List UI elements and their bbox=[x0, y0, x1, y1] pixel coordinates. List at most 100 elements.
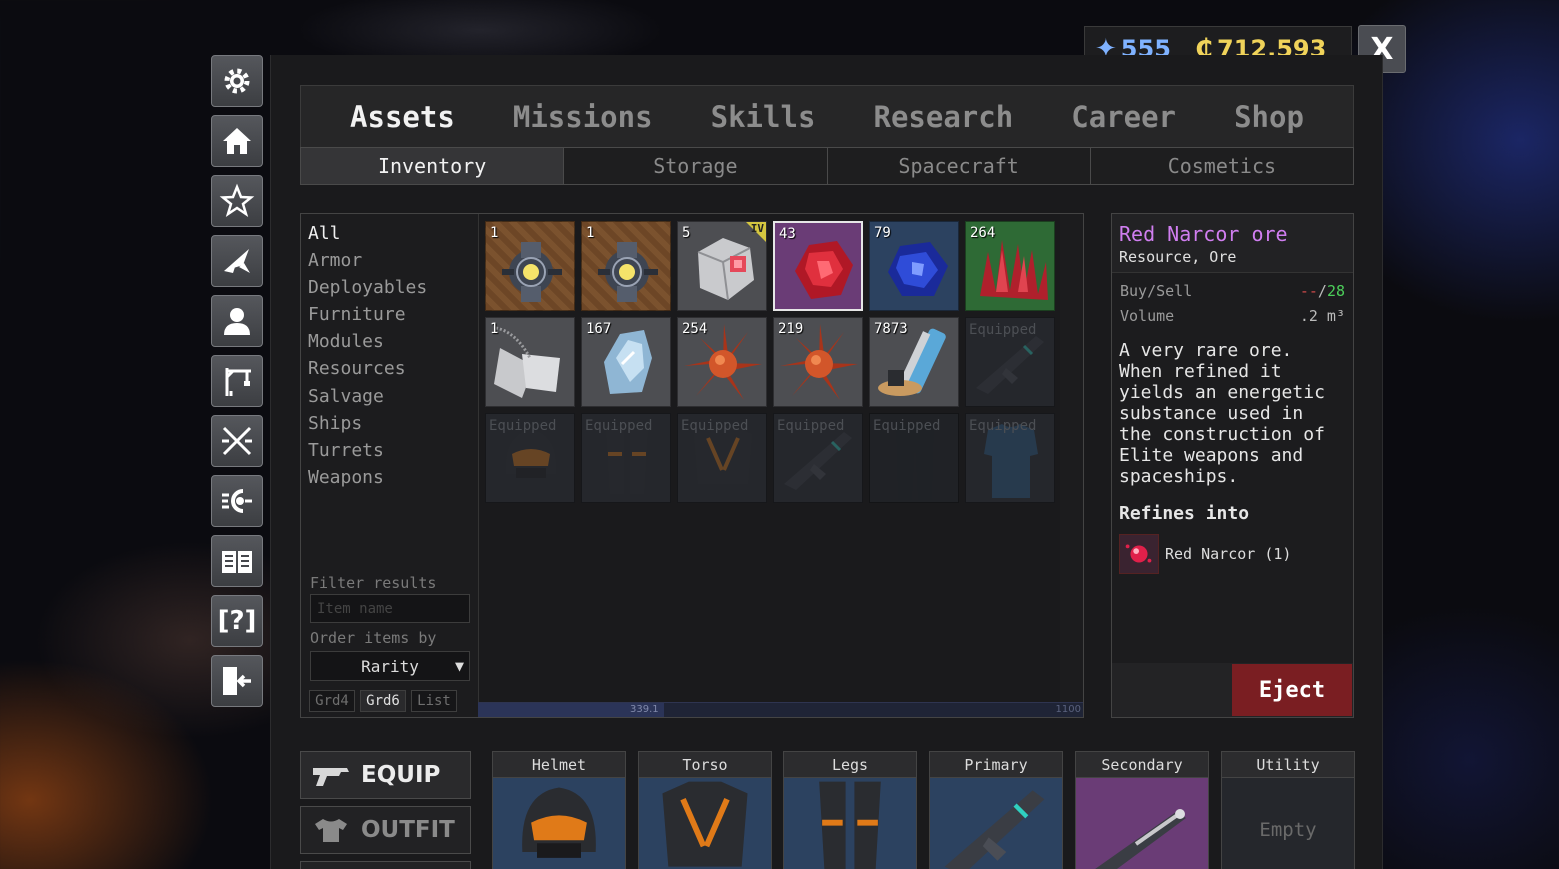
inventory-slot[interactable]: 79 bbox=[869, 221, 959, 311]
inventory-slot[interactable]: 7873 bbox=[869, 317, 959, 407]
category-furniture[interactable]: Furniture bbox=[308, 303, 427, 330]
inventory-slot[interactable]: Equipped bbox=[869, 413, 959, 503]
inventory-slot[interactable]: 264 bbox=[965, 221, 1055, 311]
buy-sell-row: Buy/Sell --/28 bbox=[1112, 278, 1353, 303]
grid-scrollbar[interactable]: 339.1 1100 bbox=[478, 702, 1083, 717]
codex-button[interactable] bbox=[211, 535, 263, 587]
item-name-input[interactable] bbox=[310, 594, 470, 623]
inventory-slot[interactable]: Equipped bbox=[581, 413, 671, 503]
scanner-button[interactable] bbox=[211, 475, 263, 527]
inventory-slot[interactable]: 1 bbox=[485, 221, 575, 311]
empty-slot-label: Empty bbox=[1222, 778, 1354, 869]
sub-tabs: Inventory Storage Spacecraft Cosmetics bbox=[300, 147, 1354, 185]
equip-slot-label: Utility bbox=[1222, 752, 1354, 778]
third-bottom-button[interactable] bbox=[300, 861, 471, 869]
tab-research[interactable]: Research bbox=[873, 100, 1013, 134]
refines-item[interactable]: Red Narcor (1) bbox=[1112, 524, 1353, 574]
order-select[interactable]: Rarity ▼ bbox=[310, 651, 470, 681]
gear-icon bbox=[224, 68, 250, 94]
tab-skills[interactable]: Skills bbox=[711, 100, 816, 134]
scroll-value: 339.1 bbox=[630, 704, 659, 715]
exit-icon bbox=[223, 667, 251, 695]
category-salvage[interactable]: Salvage bbox=[308, 385, 427, 412]
category-turrets[interactable]: Turrets bbox=[308, 439, 427, 466]
equip-slot-label: Torso bbox=[639, 752, 771, 778]
equip-slot-image bbox=[784, 778, 916, 869]
equip-slot-image bbox=[930, 778, 1062, 869]
favorites-button[interactable] bbox=[211, 175, 263, 227]
inventory-slot[interactable]: 167 bbox=[581, 317, 671, 407]
equip-slot-primary[interactable]: Primary bbox=[929, 751, 1063, 869]
outfit-label: OUTFIT bbox=[361, 817, 455, 843]
category-modules[interactable]: Modules bbox=[308, 330, 427, 357]
tab-shop[interactable]: Shop bbox=[1234, 100, 1304, 134]
profile-button[interactable] bbox=[211, 295, 263, 347]
shirt-icon bbox=[315, 819, 347, 842]
refines-item-label: Red Narcor (1) bbox=[1165, 545, 1292, 563]
settings-button[interactable] bbox=[211, 55, 263, 107]
item-count: 1 bbox=[586, 225, 595, 241]
equip-slot-torso[interactable]: Torso bbox=[638, 751, 772, 869]
tab-career[interactable]: Career bbox=[1071, 100, 1176, 134]
equip-slot-image bbox=[639, 778, 771, 869]
inventory-slot[interactable]: Equipped bbox=[965, 413, 1055, 503]
ship-icon bbox=[224, 249, 250, 273]
outfit-button[interactable]: OUTFIT bbox=[300, 806, 471, 854]
view-grd4-button[interactable]: Grd4 bbox=[309, 690, 355, 712]
item-count: 254 bbox=[682, 321, 708, 337]
tab-assets[interactable]: Assets bbox=[350, 100, 455, 134]
crane-icon bbox=[225, 368, 251, 396]
volume-row: Volume .2 m³ bbox=[1112, 303, 1353, 328]
inventory-slot[interactable]: 219 bbox=[773, 317, 863, 407]
inventory-slot[interactable]: 1 bbox=[485, 317, 575, 407]
equip-label: EQUIP bbox=[361, 762, 441, 788]
equipped-label: Equipped bbox=[873, 418, 941, 434]
item-count: 5 bbox=[682, 225, 691, 241]
equip-slot-legs[interactable]: Legs bbox=[783, 751, 917, 869]
detail-header: Red Narcor ore Resource, Ore bbox=[1112, 214, 1353, 273]
category-armor[interactable]: Armor bbox=[308, 249, 427, 276]
inventory-slot[interactable]: Equipped bbox=[773, 413, 863, 503]
book-icon bbox=[222, 551, 252, 573]
inventory-slot[interactable]: Equipped bbox=[677, 413, 767, 503]
combat-button[interactable] bbox=[211, 415, 263, 467]
inventory-slot[interactable]: 43 bbox=[773, 221, 863, 311]
inventory-slot[interactable]: Equipped bbox=[485, 413, 575, 503]
item-count: 1 bbox=[490, 225, 499, 241]
inventory-slot[interactable]: 1 bbox=[581, 221, 671, 311]
equip-slot-utility[interactable]: Utility Empty bbox=[1221, 751, 1355, 869]
subtab-storage[interactable]: Storage bbox=[564, 148, 828, 184]
equip-slot-helmet[interactable]: Helmet bbox=[492, 751, 626, 869]
ship-button[interactable] bbox=[211, 235, 263, 287]
eject-button[interactable]: Eject bbox=[1232, 664, 1352, 716]
helmet-icon bbox=[522, 787, 596, 858]
filter-label: Filter results bbox=[310, 574, 437, 592]
help-button[interactable]: [?] bbox=[211, 595, 263, 647]
item-count: 1 bbox=[490, 321, 499, 337]
view-list-button[interactable]: List bbox=[411, 690, 457, 712]
exit-button[interactable] bbox=[211, 655, 263, 707]
buy-sell-label: Buy/Sell bbox=[1120, 281, 1193, 300]
category-resources[interactable]: Resources bbox=[308, 357, 427, 384]
category-all[interactable]: All bbox=[308, 222, 427, 249]
view-grd6-button[interactable]: Grd6 bbox=[360, 690, 406, 712]
star-icon bbox=[219, 183, 255, 217]
build-button[interactable] bbox=[211, 355, 263, 407]
inventory-slot[interactable]: 254 bbox=[677, 317, 767, 407]
inventory-slot[interactable]: Equipped bbox=[965, 317, 1055, 407]
subtab-inventory[interactable]: Inventory bbox=[301, 148, 565, 184]
module-icon bbox=[598, 242, 658, 302]
category-weapons[interactable]: Weapons bbox=[308, 466, 427, 493]
help-icon: [?] bbox=[217, 606, 257, 636]
home-button[interactable] bbox=[211, 115, 263, 167]
subtab-cosmetics[interactable]: Cosmetics bbox=[1090, 148, 1353, 184]
dog-tags-icon bbox=[494, 326, 560, 398]
item-count: 7873 bbox=[874, 321, 908, 337]
subtab-spacecraft[interactable]: Spacecraft bbox=[827, 148, 1091, 184]
tab-missions[interactable]: Missions bbox=[513, 100, 653, 134]
inventory-slot[interactable]: IV 5 bbox=[677, 221, 767, 311]
equip-button[interactable]: EQUIP bbox=[300, 751, 471, 799]
category-deployables[interactable]: Deployables bbox=[308, 276, 427, 303]
equip-slot-secondary[interactable]: Secondary bbox=[1075, 751, 1209, 869]
category-ships[interactable]: Ships bbox=[308, 412, 427, 439]
